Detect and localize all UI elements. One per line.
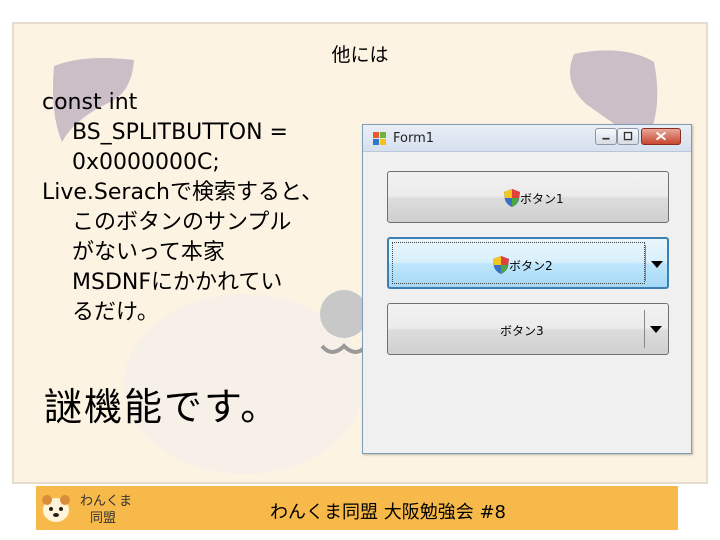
svg-text:わんくま: わんくま (80, 494, 132, 509)
button-2-label: ボタン2 (509, 259, 553, 273)
shield-icon (504, 189, 520, 207)
body-line: MSDNFにかかれてい (72, 270, 283, 295)
button-3-content: ボタン3 (388, 304, 668, 354)
svg-text:同盟: 同盟 (90, 511, 116, 526)
maximize-icon (623, 131, 633, 141)
form-split-button-3[interactable]: ボタン3 (387, 303, 669, 355)
body-line: Live.Serachで検索すると、 (42, 180, 324, 205)
wankuma-logo: わんくま 同盟 (42, 494, 132, 526)
dropdown-arrow-icon[interactable] (650, 326, 662, 333)
minimize-icon (602, 137, 610, 140)
split-separator (645, 245, 646, 281)
maximize-button[interactable] (617, 128, 639, 145)
shield-icon (493, 256, 509, 274)
close-icon (655, 131, 667, 141)
button-1-content: ボタン1 (388, 172, 668, 222)
body-line: このボタンのサンプル (72, 210, 292, 235)
form-titlebar: Form1 (363, 125, 691, 152)
body-line: がないって本家 (72, 240, 225, 265)
form-window: Form1 ボタン1 ボタン2 ボタン3 (362, 124, 692, 454)
dropdown-arrow-icon[interactable] (651, 261, 663, 268)
button-3-label: ボタン3 (500, 324, 544, 338)
body-line: BS_SPLITBUTTON = (72, 120, 288, 145)
body-text: const int BS_SPLITBUTTON = 0x0000000C; L… (42, 88, 362, 328)
form-split-button-2[interactable]: ボタン2 (387, 237, 669, 289)
slide-title: 他には (331, 44, 389, 66)
body-line: const int (42, 90, 138, 115)
form-button-1[interactable]: ボタン1 (387, 171, 669, 223)
form-title: Form1 (393, 131, 435, 146)
button-2-content: ボタン2 (389, 239, 667, 287)
footer-text: わんくま同盟 大阪勉強会 #8 (270, 502, 506, 523)
button-1-label: ボタン1 (520, 192, 564, 206)
body-line: るだけ。 (72, 300, 159, 325)
body-line: 0x0000000C; (72, 150, 220, 175)
big-text: 謎機能です。 (44, 385, 281, 429)
split-separator (644, 310, 645, 348)
slide-frame: 他には const int BS_SPLITBUTTON = 0x0000000… (12, 22, 708, 484)
minimize-button[interactable] (595, 128, 617, 145)
form-app-icon (373, 132, 386, 145)
close-button[interactable] (641, 128, 681, 145)
